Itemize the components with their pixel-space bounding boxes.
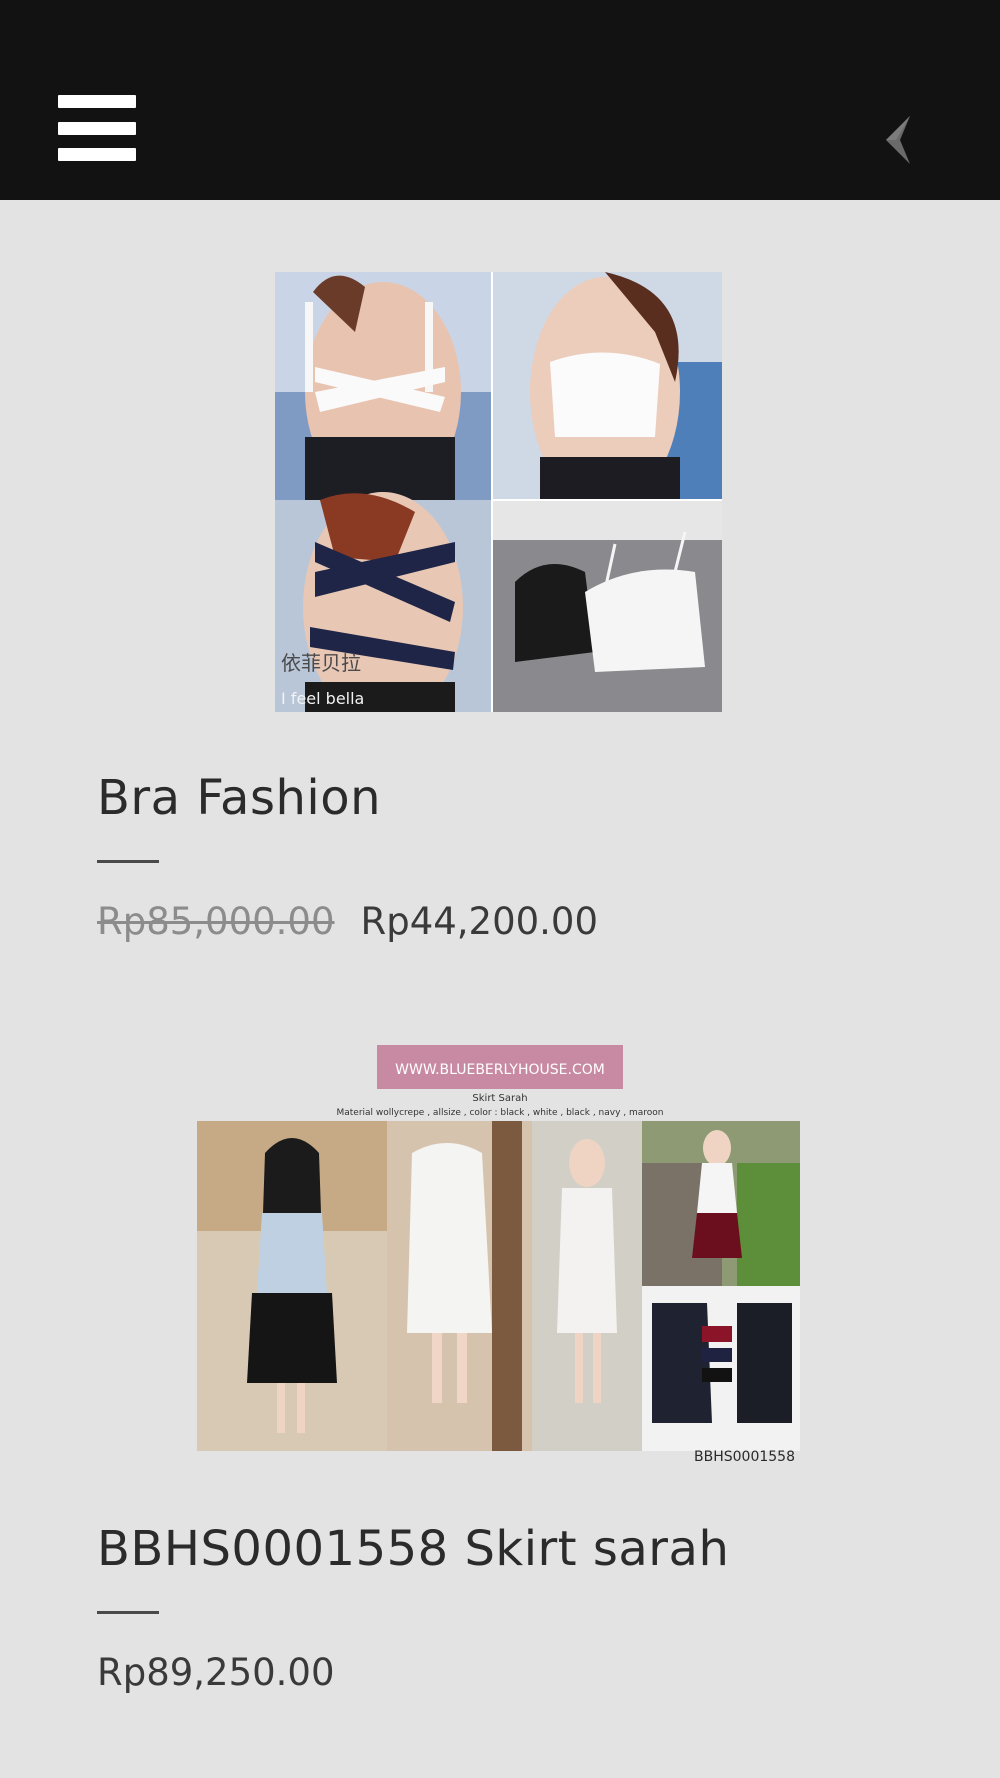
title-divider <box>97 1611 159 1614</box>
product-image[interactable]: 依菲贝拉 I feel bella <box>275 272 722 712</box>
product-title[interactable]: BBHS0001558 Skirt sarah <box>97 1521 729 1577</box>
original-price: Rp85,000.00 <box>97 900 335 943</box>
image-details-text: Material wollycrepe , allsize , color : … <box>336 1108 663 1118</box>
image-caption-en: I feel bella <box>281 689 364 708</box>
product-price: Rp89,250.00 <box>97 1651 335 1694</box>
image-code-text: BBHS0001558 <box>694 1449 795 1465</box>
price-row: Rp85,000.00 Rp44,200.00 <box>97 900 598 943</box>
image-banner-text: WWW.BLUEBERLYHOUSE.COM <box>395 1062 605 1078</box>
sale-price: Rp44,200.00 <box>360 900 599 943</box>
product-title[interactable]: Bra Fashion <box>97 770 381 826</box>
product-image[interactable]: WWW.BLUEBERLYHOUSE.COM Skirt Sarah Mater… <box>197 1043 800 1469</box>
title-divider <box>97 860 159 863</box>
image-caption-cn: 依菲贝拉 <box>281 651 361 675</box>
chevron-left-icon[interactable] <box>870 110 930 170</box>
top-app-bar <box>0 0 1000 200</box>
image-subtitle-text: Skirt Sarah <box>472 1093 527 1104</box>
hamburger-menu-icon[interactable] <box>58 95 136 161</box>
price-row: Rp89,250.00 <box>97 1651 335 1694</box>
